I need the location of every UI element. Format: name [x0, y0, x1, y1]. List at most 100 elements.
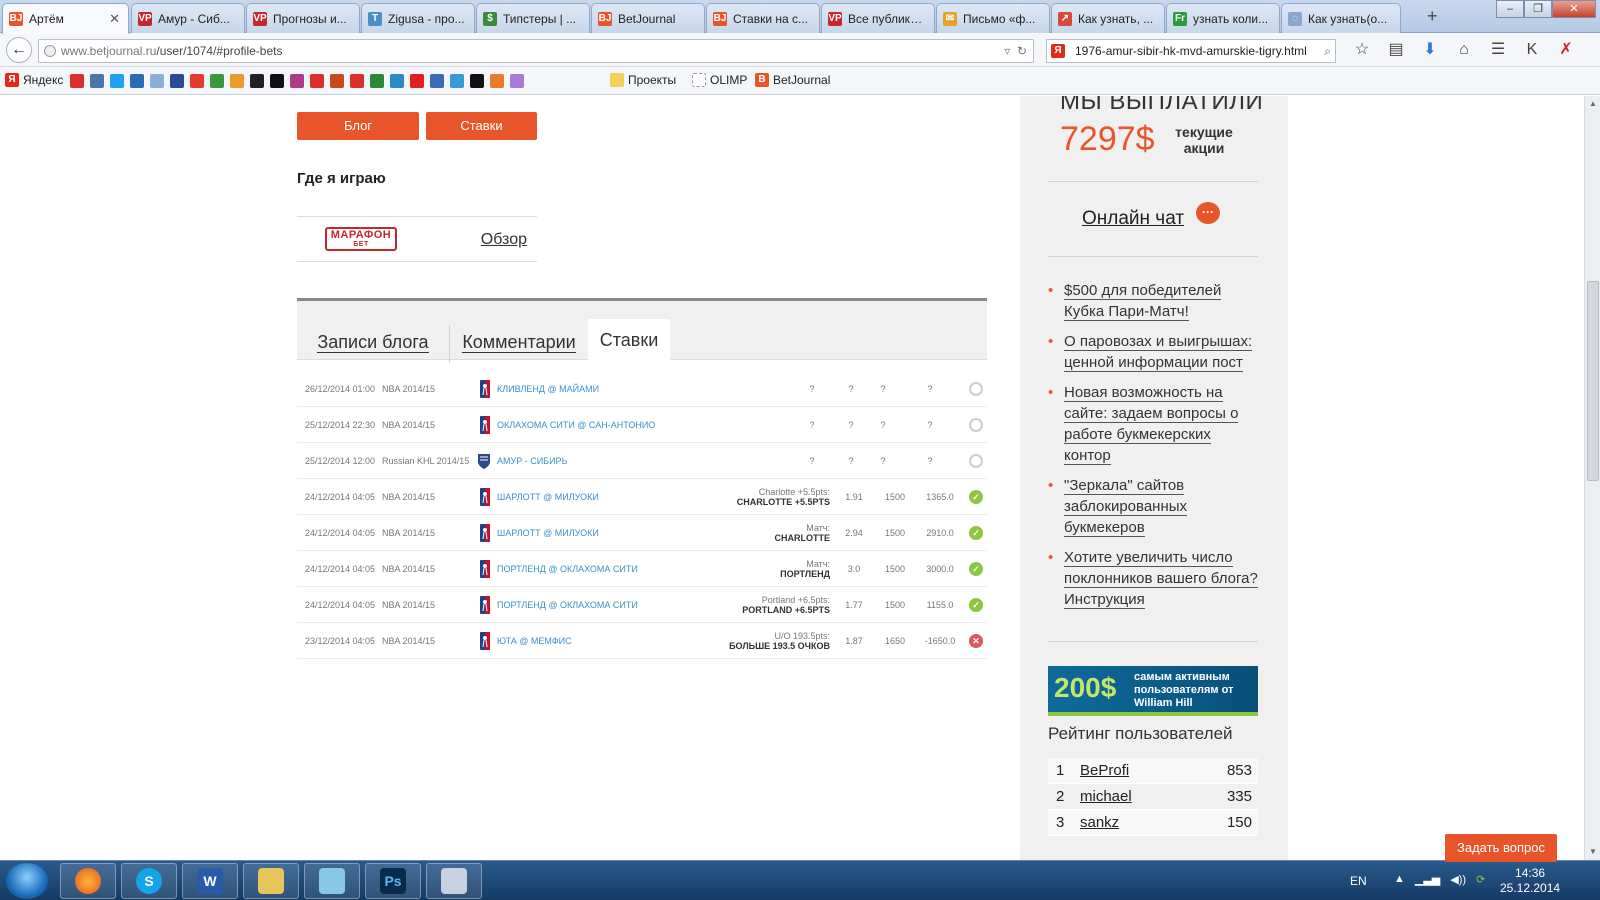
bet-match-link[interactable]: ШАРЛОТТ @ МИЛУОКИ — [497, 528, 599, 538]
taskbar-notepad[interactable] — [304, 863, 360, 899]
bet-match-link[interactable]: ЮТА @ МЕМФИС — [497, 636, 572, 646]
bookmark-icon[interactable] — [310, 74, 324, 88]
browser-tab[interactable]: BJ Ставки на с... — [706, 3, 820, 33]
reload-icon[interactable]: ▿ ↻ — [1004, 40, 1027, 62]
browser-tab[interactable]: VP Прогнозы и... — [246, 3, 360, 33]
browser-tab[interactable]: Fr узнать коли... — [1166, 3, 1280, 33]
close-window-button[interactable]: ✕ — [1552, 0, 1596, 18]
vertical-scrollbar[interactable]: ▲ ▼ — [1584, 96, 1600, 860]
reading-list-icon[interactable]: ▤ — [1386, 41, 1406, 59]
search-icon[interactable]: ⌕ — [1324, 40, 1331, 62]
maximize-button[interactable]: ❐ — [1524, 0, 1552, 18]
browser-tab[interactable]: $ Типстеры | ... — [476, 3, 590, 33]
news-link[interactable]: О паровозах и выигрышах: ценной информац… — [1064, 333, 1253, 372]
minimize-button[interactable]: – — [1496, 0, 1524, 18]
bookmark-yandex[interactable]: Я Яндекс — [5, 73, 63, 87]
browser-tab[interactable]: ◌ Как узнать(о... — [1281, 3, 1401, 33]
browser-tab[interactable]: VP Все публика... — [821, 3, 935, 33]
home-icon[interactable]: ⌂ — [1454, 41, 1474, 59]
taskbar-calculator[interactable] — [426, 863, 482, 899]
sync-icon[interactable]: ⟳ — [1476, 873, 1485, 886]
bookmark-icon[interactable] — [190, 74, 204, 88]
bookmark-icon[interactable] — [290, 74, 304, 88]
bookmark-icon[interactable] — [210, 74, 224, 88]
bet-match-link[interactable]: ШАРЛОТТ @ МИЛУОКИ — [497, 492, 599, 502]
taskbar-word[interactable]: W — [182, 863, 238, 899]
news-link[interactable]: "Зеркала" сайтов заблокированных букмеке… — [1064, 477, 1188, 537]
blog-button[interactable]: Блог — [297, 112, 419, 140]
online-chat-link[interactable]: Онлайн чат — [1082, 208, 1184, 230]
news-item[interactable]: Хотите увеличить число поклонников вашег… — [1048, 547, 1258, 610]
news-link[interactable]: Новая возможность на сайте: задаем вопро… — [1064, 384, 1239, 465]
bookmark-icon[interactable] — [170, 74, 184, 88]
browser-tab[interactable]: ✉ Письмо «ф... — [936, 3, 1050, 33]
browser-tab[interactable]: BJ BetJournal — [591, 3, 705, 33]
addon-icon[interactable]: ✗ — [1556, 41, 1576, 59]
bookmark-projects[interactable]: Проекты — [610, 73, 676, 87]
tab-blog-posts[interactable]: Записи блога — [297, 321, 449, 363]
bet-match-link[interactable]: КЛИВЛЕНД @ МАЙАМИ — [497, 384, 599, 394]
start-button[interactable] — [6, 863, 48, 899]
news-item[interactable]: $500 для победителей Кубка Пари-Матч! — [1048, 280, 1258, 322]
news-item[interactable]: Новая возможность на сайте: задаем вопро… — [1048, 382, 1258, 466]
bookmark-icon[interactable] — [150, 74, 164, 88]
close-tab-icon[interactable]: ✕ — [109, 11, 120, 27]
browser-tab[interactable]: ↗ Как узнать, ... — [1051, 3, 1165, 33]
bookmark-icon[interactable] — [270, 74, 284, 88]
youtube-icon[interactable] — [410, 74, 424, 88]
bet-match-link[interactable]: ОКЛАХОМА СИТИ @ САН-АНТОНИО — [497, 420, 655, 430]
current-promotions-link[interactable]: текущие акции — [1166, 124, 1242, 156]
system-clock[interactable]: 14:36 25.12.2014 — [1500, 866, 1560, 896]
rating-user-link[interactable]: sankz — [1080, 814, 1119, 831]
news-link[interactable]: $500 для победителей Кубка Пари-Матч! — [1064, 282, 1222, 321]
vk-icon[interactable] — [90, 74, 104, 88]
bookmark-icon[interactable] — [490, 74, 504, 88]
bet-match-link[interactable]: АМУР - СИБИРЬ — [497, 456, 567, 466]
bookmark-icon[interactable] — [230, 74, 244, 88]
browser-tab[interactable]: T Zigusa - про... — [361, 3, 475, 33]
news-item[interactable]: "Зеркала" сайтов заблокированных букмеке… — [1048, 475, 1258, 538]
bookmark-icon[interactable] — [510, 74, 524, 88]
chat-bubble-icon[interactable]: ··· — [1196, 202, 1220, 224]
search-input[interactable]: Я 1976-amur-sibir-hk-mvd-amurskie-tigry.… — [1046, 39, 1336, 63]
taskbar-skype[interactable]: S — [121, 863, 177, 899]
scroll-up-arrow-icon[interactable]: ▲ — [1585, 96, 1600, 112]
volume-icon[interactable]: ◀)) — [1450, 873, 1466, 886]
tab-bets[interactable]: Ставки — [588, 319, 670, 364]
bookmark-icon[interactable] — [70, 74, 84, 88]
twitter-icon[interactable] — [110, 74, 124, 88]
bookmark-icon[interactable] — [390, 74, 404, 88]
scrollbar-thumb[interactable] — [1587, 281, 1599, 481]
bookmark-star-icon[interactable]: ☆ — [1352, 41, 1372, 59]
rating-user-link[interactable]: BeProfi — [1080, 762, 1129, 779]
bookmark-betjournal[interactable]: B BetJournal — [755, 73, 830, 87]
show-hidden-icons-icon[interactable]: ▲ — [1394, 873, 1405, 886]
bookmark-icon[interactable] — [330, 74, 344, 88]
bookmark-icon[interactable] — [130, 74, 144, 88]
browser-tab[interactable]: VP Амур - Сиб... — [131, 3, 245, 33]
bookmark-icon[interactable] — [470, 74, 484, 88]
bookmark-icon[interactable] — [370, 74, 384, 88]
download-icon[interactable]: ⬇ — [1420, 41, 1440, 59]
taskbar-explorer[interactable] — [243, 863, 299, 899]
tab-comments[interactable]: Комментарии — [450, 321, 588, 363]
menu-icon[interactable]: ☰ — [1488, 41, 1508, 59]
bookmark-icon[interactable] — [250, 74, 264, 88]
news-item[interactable]: О паровозах и выигрышах: ценной информац… — [1048, 331, 1258, 373]
browser-tab[interactable]: BJ Артём ✕ — [2, 3, 129, 34]
taskbar-photoshop[interactable]: Ps — [365, 863, 421, 899]
review-link[interactable]: Обзор — [481, 231, 527, 249]
network-icon[interactable]: ▁▃▅ — [1415, 873, 1440, 886]
bookmark-icon[interactable] — [350, 74, 364, 88]
marathonbet-logo[interactable]: МАРАФОН БЕТ — [325, 227, 397, 251]
kaspersky-icon[interactable]: K — [1522, 41, 1542, 59]
bets-button[interactable]: Ставки — [426, 112, 537, 140]
language-indicator[interactable]: EN — [1350, 874, 1367, 888]
bookmark-olimp[interactable]: OLIMP — [692, 73, 747, 87]
ask-question-button[interactable]: Задать вопрос — [1445, 834, 1557, 862]
bet-match-link[interactable]: ПОРТЛЕНД @ ОКЛАХОМА СИТИ — [497, 600, 638, 610]
bookmark-icon[interactable] — [450, 74, 464, 88]
bet-match-link[interactable]: ПОРТЛЕНД @ ОКЛАХОМА СИТИ — [497, 564, 638, 574]
william-hill-banner[interactable]: 200$ самым активным пользователям от Wil… — [1048, 666, 1258, 716]
news-link[interactable]: Хотите увеличить число поклонников вашег… — [1064, 549, 1258, 609]
